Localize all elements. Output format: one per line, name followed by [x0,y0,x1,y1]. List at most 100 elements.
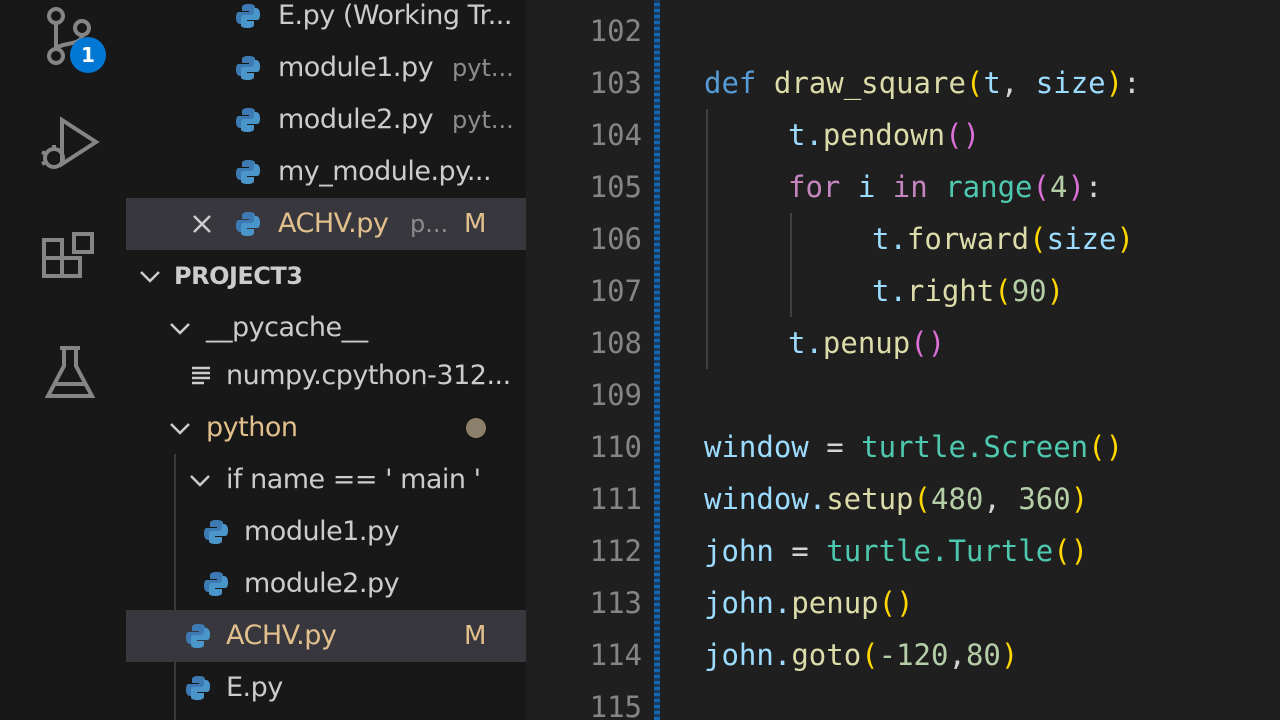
code-token: turtle. [826,534,949,568]
code-token: () [1053,534,1089,568]
modified-badge: M [464,209,487,239]
line-number: 114 [589,638,642,672]
code-token: 480 [931,482,984,516]
tree-file-label: ACHV.py [226,620,337,651]
code-token: , [983,482,1019,516]
code-token: size [1035,66,1106,100]
line-number: 107 [589,274,642,308]
explorer-sidebar: E.py (Working Tr... module1.py pyt... mo… [126,0,526,720]
python-file-icon [236,4,260,28]
open-editor-item[interactable]: my_module.py... [126,146,526,198]
modified-dot-icon [466,418,486,438]
open-editor-label: module2.py [278,104,434,135]
code-token: turtle. [861,430,984,464]
code-token: john. [704,638,792,672]
code-token: , [948,638,966,672]
code-token: Turtle [948,534,1054,568]
code-line: t.right(90) [872,274,1065,308]
code-token: 360 [1018,482,1071,516]
code-token: window [704,430,809,464]
indent-guide [706,109,708,369]
testing-icon[interactable] [38,342,102,406]
open-editor-desc: pyt... [452,54,514,82]
line-number: 103 [589,66,642,100]
python-file-icon [236,56,260,80]
code-line: window.setup(480, 360) [704,482,1089,516]
tree-file-label: module2.py [244,568,400,599]
tree-file-e[interactable]: E.py [126,662,526,714]
open-editor-item-active[interactable]: ACHV.py p... M [126,198,526,250]
chevron-down-icon [170,423,190,435]
tree-file-achv-selected[interactable]: ACHV.py M [126,610,526,662]
code-token: () [910,326,946,360]
extensions-icon[interactable] [38,228,102,292]
code-token: size [1046,222,1117,256]
line-number: 105 [589,170,642,204]
code-token: , [1000,66,1036,100]
chevron-down-icon [190,475,210,487]
run-debug-icon[interactable] [38,112,102,176]
code-token: -120 [878,638,949,672]
python-file-icon [186,624,210,648]
line-number: 110 [589,430,642,464]
tree-file-label: E.py [226,672,283,703]
code-line: t.forward(size) [872,222,1134,256]
tree-file-module1[interactable]: module1.py [126,506,526,558]
tree-folder-if-main[interactable]: if name == ' main ' [126,454,526,506]
chevron-down-icon [140,271,160,283]
code-token: penup [822,326,911,360]
code-token: () [1088,430,1124,464]
code-token: def [704,66,757,100]
code-line: t.penup() [788,317,945,369]
code-token: setup [826,482,914,516]
code-line: window = turtle.Screen() [704,421,1123,473]
tree-folder-label: __pycache__ [206,312,368,343]
code-token: t. [872,274,907,308]
chevron-down-icon [170,323,190,335]
line-number: 112 [589,534,642,568]
open-editor-item[interactable]: E.py (Working Tr... [126,0,526,42]
code-token: = [808,430,862,464]
code-line: t.pendown() [788,109,980,161]
open-editor-label: ACHV.py [278,208,389,239]
code-editor[interactable]: 102 103 104 105 106 107 108 109 110 111 … [526,0,1280,720]
code-token: goto [791,638,862,672]
open-editor-label: my_module.py... [278,156,492,187]
tree-folder-label: python [206,412,298,443]
line-number: 106 [589,222,642,256]
open-editor-item[interactable]: module2.py pyt... [126,94,526,146]
python-file-icon [236,108,260,132]
code-token: t. [872,222,907,256]
code-token: 4 [1049,170,1068,204]
tree-file-label: numpy.cpython-312... [226,360,511,391]
python-file-icon [204,572,228,596]
code-token: penup [791,586,879,620]
code-token: 90 [1011,274,1047,308]
open-editor-label: E.py (Working Tr... [278,0,512,31]
open-editor-desc: pyt... [452,106,514,134]
python-file-icon [236,212,260,236]
tree-folder-pycache[interactable]: __pycache__ [126,302,526,354]
code-token: () [878,586,914,620]
tree-file-numpy[interactable]: numpy.cpython-312... [126,350,526,402]
code-token: t. [788,326,823,360]
code-token: () [945,118,981,152]
code-token: : [1084,170,1103,204]
code-line: john.goto(-120,80) [704,638,1019,672]
line-number: 113 [589,586,642,620]
open-editor-label: module1.py [278,52,434,83]
open-editor-item[interactable]: module1.py pyt... [126,42,526,94]
tree-file-module2[interactable]: module2.py [126,558,526,610]
tree-file-label: module1.py [244,516,400,547]
line-number: 111 [589,482,642,516]
tree-folder-python[interactable]: python [126,402,526,454]
tree-folder-label: if name == ' main ' [226,464,481,495]
code-token: t. [788,118,823,152]
code-token: in [892,170,928,204]
gutter-pattern [654,0,660,720]
close-icon[interactable] [190,212,214,236]
code-token: for [788,170,841,204]
project-section-header[interactable]: PROJECT3 [126,250,526,302]
code-token: t [983,66,1001,100]
code-token: : [1123,66,1141,100]
